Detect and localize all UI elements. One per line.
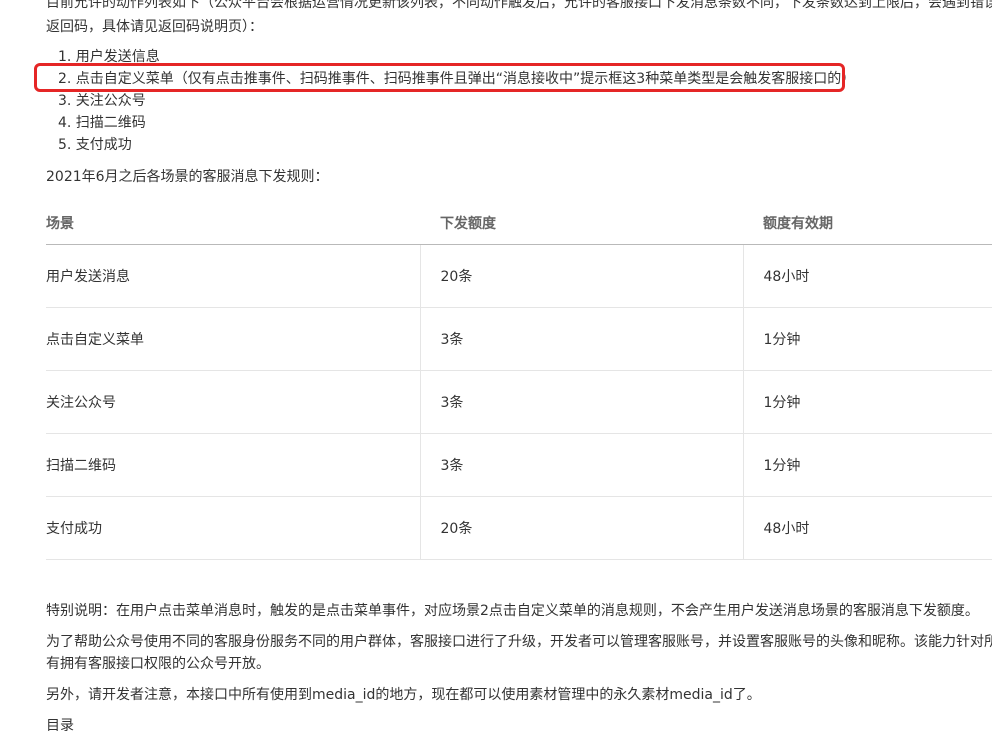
cell-scenario: 关注公众号 xyxy=(46,370,420,434)
rules-title: 2021年6月之后各场景的客服消息下发规则： xyxy=(46,169,329,185)
cell-validity: 1分钟 xyxy=(742,307,992,371)
action-item-follow: 3. 关注公众号 xyxy=(58,93,146,109)
header-scenario: 场景 xyxy=(46,202,420,245)
upgrade-note-line-1: 为了帮助公众号使用不同的客服身份服务不同的用户群体，客服接口进行了升级，开发者可… xyxy=(46,634,992,650)
cell-quota: 3条 xyxy=(419,307,743,371)
cell-quota: 3条 xyxy=(419,433,743,497)
rules-table: 场景 下发额度 额度有效期 用户发送消息 20条 48小时 点击自定义菜单 3条… xyxy=(46,202,992,560)
action-item-payment: 5. 支付成功 xyxy=(58,137,132,153)
cell-scenario: 用户发送消息 xyxy=(46,244,420,308)
toc-heading: 目录 xyxy=(46,718,74,734)
intro-paragraph: 目前允许的动作列表如下（公众平台会根据运营情况更新该列表，不同动作触发后，允许的… xyxy=(46,0,992,39)
notes-section: 特别说明：在用户点击菜单消息时，触发的是点击菜单事件，对应场景2点击自定义菜单的… xyxy=(46,600,992,737)
highlight-box xyxy=(34,63,845,92)
header-validity: 额度有效期 xyxy=(743,202,992,245)
special-note: 特别说明：在用户点击菜单消息时，触发的是点击菜单事件，对应场景2点击自定义菜单的… xyxy=(46,603,979,619)
cell-quota: 20条 xyxy=(419,496,743,560)
table-row: 用户发送消息 20条 48小时 xyxy=(46,244,992,308)
upgrade-note-line-2: 有拥有客服接口权限的公众号开放。 xyxy=(46,656,270,672)
cell-validity: 1分钟 xyxy=(742,433,992,497)
action-item-scan-qr: 4. 扫描二维码 xyxy=(58,115,146,131)
table-row: 关注公众号 3条 1分钟 xyxy=(46,370,992,434)
intro-line-1: 目前允许的动作列表如下（公众平台会根据运营情况更新该列表，不同动作触发后，允许的… xyxy=(46,0,992,11)
media-note: 另外，请开发者注意，本接口中所有使用到media_id的地方，现在都可以使用素材… xyxy=(46,687,761,703)
doc-page: 目前允许的动作列表如下（公众平台会根据运营情况更新该列表，不同动作触发后，允许的… xyxy=(0,0,992,743)
cell-quota: 3条 xyxy=(419,370,743,434)
cell-validity: 48小时 xyxy=(742,244,992,308)
table-row: 扫描二维码 3条 1分钟 xyxy=(46,433,992,497)
header-quota: 下发额度 xyxy=(420,202,743,245)
cell-scenario: 支付成功 xyxy=(46,496,420,560)
cell-validity: 48小时 xyxy=(742,496,992,560)
cell-scenario: 扫描二维码 xyxy=(46,433,420,497)
table-header-row: 场景 下发额度 额度有效期 xyxy=(46,202,992,245)
table-row: 点击自定义菜单 3条 1分钟 xyxy=(46,307,992,371)
cell-validity: 1分钟 xyxy=(742,370,992,434)
intro-line-2: 返回码，具体请见返回码说明页）： xyxy=(46,19,263,35)
cell-quota: 20条 xyxy=(419,244,743,308)
table-row: 支付成功 20条 48小时 xyxy=(46,496,992,560)
cell-scenario: 点击自定义菜单 xyxy=(46,307,420,371)
